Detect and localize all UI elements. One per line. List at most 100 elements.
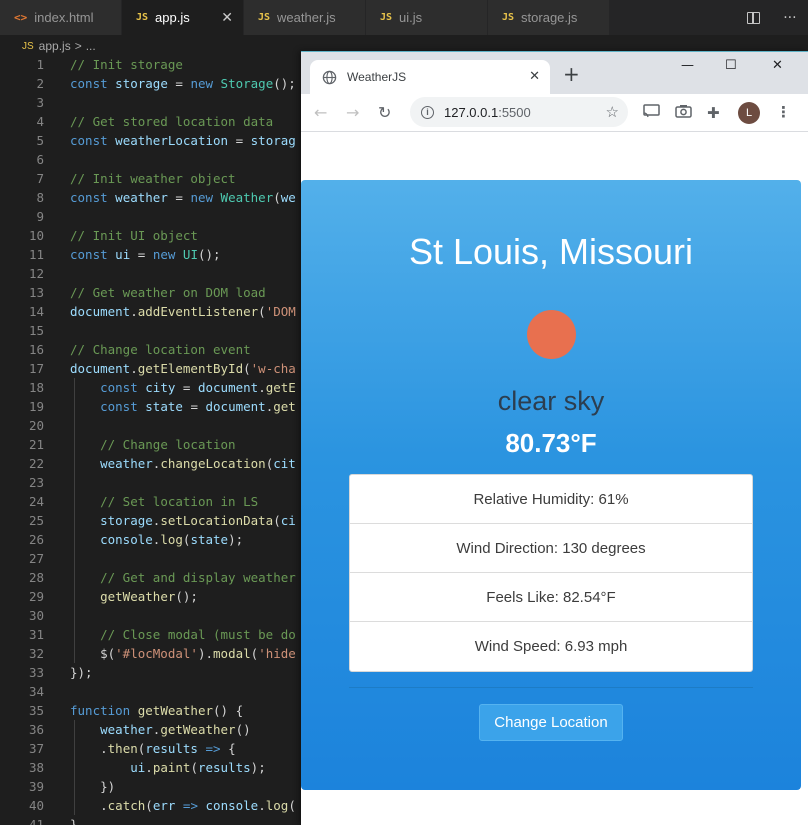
html-file-icon: <> bbox=[14, 11, 28, 24]
code-text: getWeather(); bbox=[100, 589, 198, 604]
location-title: St Louis, Missouri bbox=[408, 231, 694, 272]
tab-app-js[interactable]: JS app.js ✕ bbox=[122, 0, 244, 35]
code-text: const weather = new Weather(we bbox=[70, 190, 296, 205]
line-number: 22 bbox=[28, 456, 44, 471]
address-bar[interactable]: i 127.0.0.1:5500 ☆ bbox=[410, 97, 628, 127]
browser-tab-title: WeatherJS bbox=[347, 70, 407, 84]
code-text: const state = document.get bbox=[100, 399, 296, 414]
weather-details-list: Relative Humidity: 61% Wind Direction: 1… bbox=[349, 474, 753, 672]
browser-tab[interactable]: WeatherJS ✕ bbox=[310, 60, 550, 94]
code-text: weather.getWeather() bbox=[100, 722, 251, 737]
tab-label: app.js bbox=[155, 10, 190, 25]
code-text: $('#locModal').modal('hide bbox=[70, 646, 296, 661]
line-number: 14 bbox=[28, 304, 44, 319]
close-window-icon[interactable]: ✕ bbox=[772, 58, 783, 73]
line-number: 1 bbox=[36, 57, 44, 72]
breadcrumb-symbol[interactable]: ... bbox=[86, 39, 96, 53]
tab-ui-js[interactable]: JS ui.js bbox=[366, 0, 488, 35]
code-text: // Init weather object bbox=[70, 171, 236, 186]
menu-kebab-icon[interactable]: ⋮ bbox=[776, 103, 791, 121]
js-file-icon: JS bbox=[22, 40, 34, 52]
indent-guide bbox=[74, 378, 75, 663]
detail-wind-direction: Wind Direction: 130 degrees bbox=[350, 524, 752, 573]
js-file-icon: JS bbox=[136, 12, 149, 23]
line-number: 3 bbox=[36, 95, 44, 110]
line-number: 5 bbox=[36, 133, 44, 148]
code-text: const weatherLocation = storag bbox=[70, 133, 296, 148]
line-number: 38 bbox=[28, 760, 44, 775]
back-arrow-icon[interactable]: ← bbox=[314, 103, 327, 122]
minimize-icon[interactable]: — bbox=[681, 58, 694, 73]
line-number: 6 bbox=[36, 152, 44, 167]
code-text: }); bbox=[70, 665, 93, 680]
close-tab-icon[interactable]: ✕ bbox=[529, 68, 540, 84]
line-number: 41 bbox=[28, 817, 44, 825]
breadcrumb-file[interactable]: app.js bbox=[39, 39, 71, 53]
line-number: 11 bbox=[28, 247, 44, 262]
code-text: // Change location bbox=[100, 437, 236, 452]
line-number: 34 bbox=[28, 684, 44, 699]
code-text: }) bbox=[70, 779, 116, 794]
line-number: 13 bbox=[28, 285, 44, 300]
url-host: 127.0.0.1 bbox=[444, 104, 499, 120]
info-icon[interactable]: i bbox=[421, 105, 434, 119]
tab-weather-js[interactable]: JS weather.js bbox=[244, 0, 366, 35]
code-text: // Init UI object bbox=[70, 228, 198, 243]
weather-description: clear sky bbox=[497, 386, 605, 416]
line-number: 7 bbox=[36, 171, 44, 186]
code-text: } bbox=[70, 817, 78, 825]
code-text: const city = document.getE bbox=[100, 380, 296, 395]
tab-label: ui.js bbox=[399, 10, 423, 25]
line-number: 31 bbox=[28, 627, 44, 642]
tab-storage-js[interactable]: JS storage.js bbox=[488, 0, 610, 35]
code-text: function getWeather() { bbox=[70, 703, 244, 718]
line-number: 33 bbox=[28, 665, 44, 680]
line-number: 9 bbox=[36, 209, 44, 224]
js-file-icon: JS bbox=[502, 12, 515, 23]
browser-window: WeatherJS ✕ + — ☐ ✕ ← → ↻ i 127.0.0.1:55… bbox=[301, 51, 808, 825]
close-icon[interactable]: ✕ bbox=[221, 9, 233, 26]
browser-tab-strip: WeatherJS ✕ + — ☐ ✕ bbox=[301, 52, 808, 94]
indent-guide bbox=[74, 720, 75, 815]
avatar[interactable]: L bbox=[738, 102, 760, 124]
code-text: // Init storage bbox=[70, 57, 183, 72]
js-file-icon: JS bbox=[380, 12, 393, 23]
code-text: console.log(state); bbox=[100, 532, 244, 547]
bookmark-star-icon[interactable]: ☆ bbox=[606, 103, 619, 121]
camera-icon[interactable] bbox=[675, 104, 692, 118]
maximize-icon[interactable]: ☐ bbox=[725, 58, 737, 73]
code-text: document.addEventListener('DOM bbox=[70, 304, 296, 319]
chevron-right-icon: > bbox=[74, 39, 82, 53]
more-actions-icon[interactable]: ··· bbox=[783, 10, 796, 26]
line-number: 32 bbox=[28, 646, 44, 661]
line-number: 35 bbox=[28, 703, 44, 718]
code-text: // Set location in LS bbox=[100, 494, 259, 509]
forward-arrow-icon[interactable]: → bbox=[346, 103, 359, 122]
new-tab-button[interactable]: + bbox=[563, 64, 580, 84]
tab-label: weather.js bbox=[277, 10, 336, 25]
code-text: storage.setLocationData(ci bbox=[100, 513, 296, 528]
split-editor-icon[interactable] bbox=[747, 11, 761, 24]
line-number: 24 bbox=[28, 494, 44, 509]
reload-icon[interactable]: ↻ bbox=[378, 103, 391, 122]
line-number: 21 bbox=[28, 437, 44, 452]
code-text: const storage = new Storage(); bbox=[70, 76, 296, 91]
url-port: :5500 bbox=[498, 104, 531, 120]
line-number: 28 bbox=[28, 570, 44, 585]
line-number: 40 bbox=[28, 798, 44, 813]
extensions-puzzle-icon[interactable]: ✚ bbox=[707, 104, 720, 122]
code-text: .catch(err => console.log( bbox=[70, 798, 296, 813]
change-location-button[interactable]: Change Location bbox=[479, 704, 623, 741]
code-text: // Get and display weather bbox=[100, 570, 296, 585]
line-number: 37 bbox=[28, 741, 44, 756]
line-number: 23 bbox=[28, 475, 44, 490]
line-number: 12 bbox=[28, 266, 44, 281]
line-number: 25 bbox=[28, 513, 44, 528]
js-file-icon: JS bbox=[258, 12, 271, 23]
line-number: 10 bbox=[28, 228, 44, 243]
browser-toolbar: ← → ↻ i 127.0.0.1:5500 ☆ ✚ L ⋮ bbox=[301, 94, 808, 132]
tab-label: storage.js bbox=[521, 10, 578, 25]
cast-icon[interactable] bbox=[643, 104, 660, 118]
tab-label: index.html bbox=[34, 10, 94, 25]
tab-index-html[interactable]: <> index.html bbox=[0, 0, 122, 35]
